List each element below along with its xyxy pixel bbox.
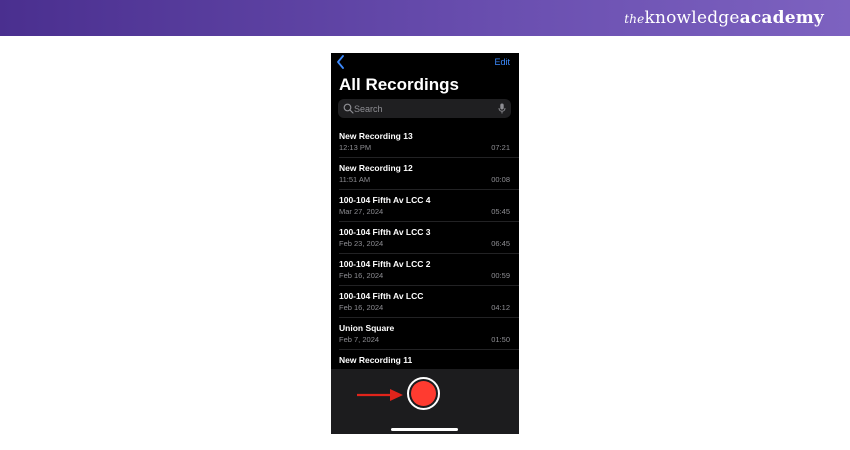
list-item[interactable]: 100-104 Fifth Av LCC 3 Feb 23, 2024 06:4… — [339, 222, 519, 254]
recording-duration: 05:45 — [491, 207, 510, 216]
edit-button[interactable]: Edit — [494, 57, 510, 67]
recording-date: Mar 27, 2024 — [339, 207, 384, 216]
home-indicator[interactable] — [391, 428, 458, 431]
recording-date: Feb 16, 2024 — [339, 271, 384, 280]
chevron-left-icon[interactable] — [335, 55, 347, 69]
header-banner: theknowledgeacademy — [0, 0, 850, 36]
nav-bar: Edit — [331, 53, 519, 71]
recording-name: 100-104 Fifth Av LCC 4 — [339, 195, 431, 205]
recording-name: Union Square — [339, 323, 395, 333]
brand-logo: theknowledgeacademy — [624, 8, 824, 28]
recording-name: 100-104 Fifth Av LCC 2 — [339, 259, 431, 269]
brand-the: the — [624, 12, 645, 26]
brand-academy: academy — [739, 8, 824, 28]
recording-duration: 07:21 — [491, 143, 510, 152]
page-title: All Recordings — [339, 75, 459, 94]
recording-duration: 00:08 — [491, 175, 510, 184]
list-item[interactable]: 100-104 Fifth Av LCC 2 Feb 16, 2024 00:5… — [339, 254, 519, 286]
microphone-icon[interactable] — [498, 103, 506, 114]
record-dot-icon — [411, 381, 436, 406]
recording-date: Feb 7, 2024 — [339, 335, 380, 344]
recording-duration: 04:12 — [491, 303, 510, 312]
list-item[interactable]: Union Square Feb 7, 2024 01:50 — [339, 318, 519, 350]
list-item[interactable]: New Recording 13 12:13 PM 07:21 — [339, 126, 519, 158]
recording-name: New Recording 12 — [339, 163, 413, 173]
record-button[interactable] — [407, 377, 440, 410]
recording-name: New Recording 13 — [339, 131, 413, 141]
arrow-right-icon — [357, 389, 403, 401]
recording-date: Feb 23, 2024 — [339, 239, 384, 248]
recording-name: 100-104 Fifth Av LCC — [339, 291, 424, 301]
recording-duration: 01:50 — [491, 335, 510, 344]
recording-duration: 06:45 — [491, 239, 510, 248]
search-icon — [343, 103, 354, 114]
recording-date: 11:51 AM — [339, 175, 371, 184]
search-bar[interactable] — [338, 99, 511, 118]
list-item[interactable]: 100-104 Fifth Av LCC Feb 16, 2024 04:12 — [339, 286, 519, 318]
phone-screen: Edit All Recordings New Recording 13 12:… — [331, 53, 519, 434]
recording-name: New Recording 11 — [339, 355, 413, 365]
recordings-list: New Recording 13 12:13 PM 07:21 New Reco… — [331, 126, 519, 382]
recording-name: 100-104 Fifth Av LCC 3 — [339, 227, 431, 237]
recording-duration: 00:59 — [491, 271, 510, 280]
recording-date: Feb 16, 2024 — [339, 303, 384, 312]
list-item[interactable]: 100-104 Fifth Av LCC 4 Mar 27, 2024 05:4… — [339, 190, 519, 222]
brand-knowledge: knowledge — [644, 8, 740, 28]
recording-date: 12:13 PM — [339, 143, 372, 152]
list-item[interactable]: New Recording 12 11:51 AM 00:08 — [339, 158, 519, 190]
search-input[interactable] — [354, 101, 494, 116]
